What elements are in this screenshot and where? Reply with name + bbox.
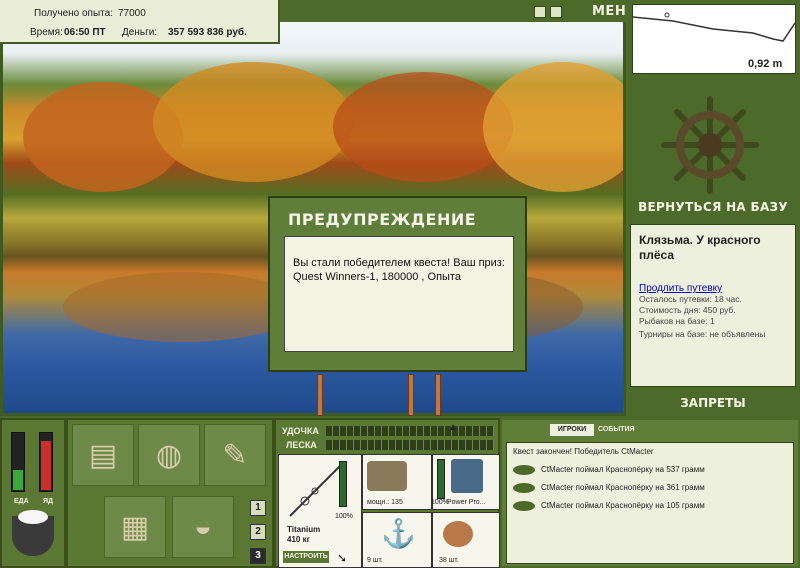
rod-strength-meter (326, 426, 494, 436)
line-item-label: Power Pro... (447, 499, 486, 506)
pause-icon[interactable] (534, 6, 546, 19)
warning-dialog: ПРЕДУПРЕЖДЕНИЕ Вы стали победителем квес… (268, 196, 527, 372)
reel-slot[interactable]: мощн.: 135 (362, 454, 432, 510)
slot-2-button[interactable]: 2 (250, 524, 266, 540)
hook-count: 9 шт. (367, 557, 383, 564)
slot-1-button[interactable]: 1 (250, 500, 266, 516)
slot-3-button[interactable]: 3 (250, 548, 266, 564)
rod-percent: 100% (335, 513, 353, 520)
poison-label: ЯД (43, 498, 54, 505)
experience-value: 77000 (118, 8, 146, 19)
top-icons (534, 6, 566, 22)
money-value: 357 593 836 руб. (168, 27, 247, 38)
quest-finished-line: Квест закончен! Победитель CtMacter (513, 447, 654, 456)
return-to-base-button[interactable]: ВЕРНУТЬСЯ НА БАЗУ (626, 200, 800, 214)
reel-label: мощн.: 135 (367, 499, 403, 506)
bucket-icon[interactable]: ◒ (172, 496, 234, 558)
list-item: CtMacter поймал Краснопёрку на 361 грамм (507, 479, 795, 497)
catch-text: CtMacter поймал Краснопёрку на 105 грамм (541, 501, 705, 510)
dialog-message: Вы стали победителем квеста! Ваш приз: Q… (284, 236, 514, 352)
day-cost: Стоимость дня: 450 руб. (639, 305, 736, 315)
bait-icon (443, 521, 473, 547)
reel-durability-bar (437, 459, 445, 499)
events-list: Квест закончен! Победитель CtMacter CtMa… (506, 442, 794, 564)
fish-icon (513, 501, 535, 511)
line-strength-meter (326, 440, 494, 450)
reel-icon (367, 461, 407, 491)
time-label: Время: (30, 27, 63, 38)
tab-events[interactable]: СОБЫТИЯ (598, 426, 635, 433)
fishing-rod-icon (289, 465, 341, 517)
status-panel: ЕДА ЯД (0, 418, 66, 568)
feather-pen-icon[interactable]: ✎ (204, 424, 266, 486)
permit-remaining: Осталось путевки: 18 час. (639, 294, 742, 304)
list-item: CtMacter поймал Краснопёрку на 105 грамм (507, 497, 795, 515)
fish-icon (513, 465, 535, 475)
food-basket-icon[interactable]: ▦ (104, 496, 166, 558)
rod-durability-bar (339, 461, 347, 507)
food-label: ЕДА (14, 498, 29, 505)
meter-pointer-icon: ▲ (448, 422, 458, 433)
rod-2[interactable] (408, 374, 414, 416)
arrow-icon: ➘ (337, 551, 348, 565)
experience-label: Получено опыта: (34, 8, 113, 19)
depth-value: 0,92 m (748, 58, 783, 70)
line-spool-icon (451, 459, 483, 493)
food-bar (11, 432, 25, 492)
bans-button[interactable]: ЗАПРЕТЫ (626, 396, 800, 410)
money-label: Деньги: (122, 27, 158, 38)
boat-marker-icon (664, 12, 670, 18)
rod-label: УДОЧКА (282, 426, 319, 436)
fishers-count: Рыбаков на базе: 1 (639, 316, 715, 326)
rod-slot[interactable]: 100% Titanium 410 кг НАСТРОИТЬ ➘ (278, 454, 362, 568)
catch-text: CtMacter поймал Краснопёрку на 537 грамм (541, 465, 705, 474)
tab-players[interactable]: ИГРОКИ (550, 424, 594, 436)
sound-icon[interactable] (550, 6, 562, 19)
tournaments-info: Турниры на базе: не объявлены (639, 329, 766, 339)
extend-permit-link[interactable]: Продлить путевку (639, 283, 787, 294)
time-value: 06:50 ПТ (64, 27, 106, 38)
rod-name: Titanium (287, 525, 321, 534)
catch-text: CtMacter поймал Краснопёрку на 361 грамм (541, 483, 705, 492)
hook-slot[interactable]: ⚓ 9 шт. (362, 512, 432, 568)
configure-button[interactable]: НАСТРОИТЬ (283, 551, 329, 563)
bait-count: 38 шт. (439, 557, 459, 564)
tackle-panel: УДОЧКА ▲ ЛЕСКА 100% Titanium 410 кг НАСТ… (274, 418, 500, 568)
sack-icon[interactable]: ◍ (138, 424, 200, 486)
ship-wheel-icon[interactable] (660, 95, 760, 195)
cauldron-icon[interactable] (12, 510, 54, 556)
line-label: ЛЕСКА (286, 440, 317, 450)
fish-icon (513, 483, 535, 493)
hook-icon: ⚓ (381, 518, 416, 549)
rod-1[interactable] (317, 374, 323, 416)
bag-icon[interactable]: ▤ (72, 424, 134, 486)
location-title: Клязьма. У красного плёса (639, 233, 761, 262)
list-item: CtMacter поймал Краснопёрку на 537 грамм (507, 461, 795, 479)
rod-weight: 410 кг (287, 535, 310, 544)
events-panel: ИГРОКИ СОБЫТИЯ Квест закончен! Победител… (502, 420, 798, 566)
inventory-panel: ▤ ◍ ✎ ▦ ◒ 1 2 3 (66, 418, 274, 568)
poison-bar (39, 432, 53, 492)
rod-3[interactable] (435, 374, 441, 416)
dialog-title: ПРЕДУПРЕЖДЕНИЕ (288, 210, 477, 229)
player-info-panel: Получено опыта: 77000 Время: 06:50 ПТ Де… (0, 0, 280, 44)
line-slot[interactable]: 100% Power Pro... (431, 454, 500, 510)
bait-slot[interactable]: 38 шт. (432, 512, 500, 568)
location-info-panel: Клязьма. У красного плёса Продлить путев… (630, 224, 796, 387)
